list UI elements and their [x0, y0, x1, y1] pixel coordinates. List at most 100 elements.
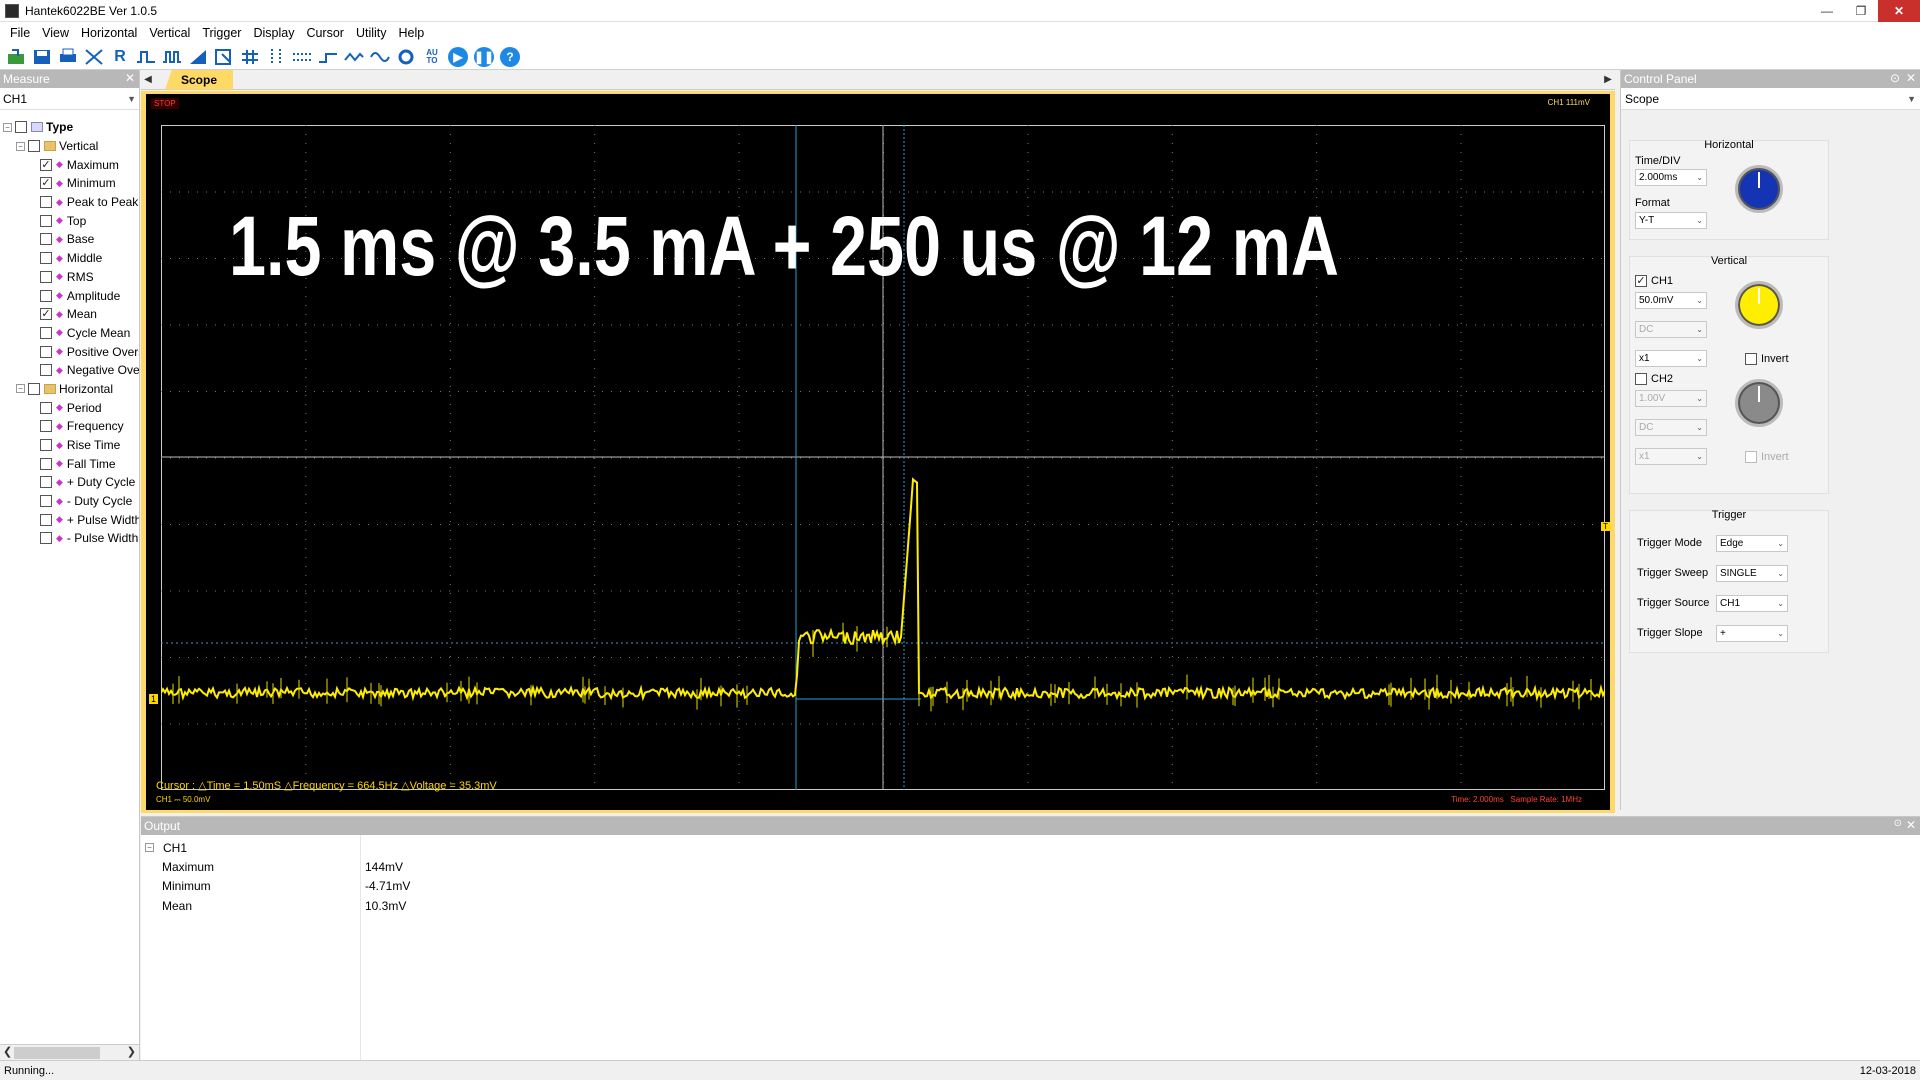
- close-icon[interactable]: ✕: [125, 71, 135, 85]
- zoom-icon[interactable]: [82, 46, 106, 68]
- ch1-enable[interactable]: ✓ CH1: [1635, 275, 1673, 287]
- menu-cursor[interactable]: Cursor: [300, 26, 350, 40]
- checkbox[interactable]: [40, 420, 52, 433]
- menu-help[interactable]: Help: [393, 26, 431, 40]
- trigger-source-select[interactable]: CH1 ⌄: [1716, 595, 1788, 612]
- triangle-wave-icon[interactable]: [342, 46, 366, 68]
- tab-scope[interactable]: Scope: [165, 69, 234, 90]
- ch2-probe-select[interactable]: x1 ⌄: [1635, 448, 1707, 465]
- checkbox[interactable]: [28, 382, 40, 395]
- waveform-screen[interactable]: 1.5 ms @ 3.5 mA + 250 us @ 12 mA: [161, 125, 1605, 790]
- ch1-volts-select[interactable]: 50.0mV ⌄: [1635, 292, 1707, 309]
- measure-item[interactable]: ◆ - Pulse Width: [0, 529, 139, 548]
- measure-item[interactable]: ◆ Peak to Peak: [0, 193, 139, 212]
- refresh-icon[interactable]: [394, 46, 418, 68]
- trigger-sweep-select[interactable]: SINGLE ⌄: [1716, 565, 1788, 582]
- checkbox[interactable]: [40, 345, 52, 358]
- menu-file[interactable]: File: [4, 26, 36, 40]
- checkbox[interactable]: [40, 364, 52, 377]
- ch2-enable[interactable]: CH2: [1635, 373, 1673, 385]
- checkbox[interactable]: ✓: [1635, 275, 1647, 287]
- sine-wave-icon[interactable]: [368, 46, 392, 68]
- measure-item[interactable]: ◆ Amplitude: [0, 286, 139, 305]
- measure-item[interactable]: ◆ Top: [0, 211, 139, 230]
- checkbox[interactable]: [40, 457, 52, 470]
- play-icon[interactable]: ▶: [446, 46, 470, 68]
- tab-right-icon[interactable]: ▶: [1601, 74, 1615, 85]
- checkbox[interactable]: [28, 140, 40, 153]
- ch2-invert[interactable]: Invert: [1745, 451, 1789, 463]
- horizontal-scrollbar[interactable]: ❮ ❯: [0, 1044, 139, 1060]
- pin-icon[interactable]: ⊙: [1894, 818, 1902, 829]
- close-icon[interactable]: ✕: [1906, 71, 1916, 85]
- measure-item[interactable]: ◆ Fall Time: [0, 454, 139, 473]
- scroll-left-icon[interactable]: ❮: [3, 1045, 12, 1058]
- measure-channel-select[interactable]: CH1 ▼: [0, 88, 139, 110]
- pulse-icon[interactable]: [134, 46, 158, 68]
- auto-icon[interactable]: AU TO: [420, 46, 444, 68]
- trigger-slope-select[interactable]: + ⌄: [1716, 625, 1788, 642]
- ref-icon[interactable]: R: [108, 46, 132, 68]
- checkbox[interactable]: [40, 401, 52, 414]
- tree-group-vertical[interactable]: − Vertical: [0, 137, 139, 156]
- ch1-probe-select[interactable]: x1 ⌄: [1635, 350, 1707, 367]
- menu-view[interactable]: View: [36, 26, 75, 40]
- checkbox[interactable]: [1635, 373, 1647, 385]
- checkbox[interactable]: [1745, 451, 1757, 463]
- minimize-button[interactable]: —: [1810, 0, 1844, 22]
- menu-horizontal[interactable]: Horizontal: [75, 26, 143, 40]
- checkbox[interactable]: [40, 439, 52, 452]
- open-icon[interactable]: [4, 46, 28, 68]
- close-icon[interactable]: ✕: [1906, 818, 1916, 832]
- measure-item[interactable]: ◆ RMS: [0, 268, 139, 287]
- checkbox[interactable]: [40, 289, 52, 302]
- measure-item[interactable]: ◆ Cycle Mean: [0, 324, 139, 343]
- grid-icon[interactable]: [238, 46, 262, 68]
- timediv-select[interactable]: 2.000ms ⌄: [1635, 169, 1707, 186]
- tab-left-icon[interactable]: ◀: [141, 74, 155, 85]
- measure-item[interactable]: ◆ Middle: [0, 249, 139, 268]
- trigger-mode-select[interactable]: Edge ⌄: [1716, 535, 1788, 552]
- control-mode-select[interactable]: Scope ▼: [1621, 88, 1920, 110]
- scope-display[interactable]: STOP CH1 111mV 1.5 ms @ 3.5 mA + 250 us …: [146, 94, 1610, 810]
- trigger-marker[interactable]: T: [1601, 522, 1610, 531]
- checkbox[interactable]: [40, 270, 52, 283]
- vcursor-icon[interactable]: [264, 46, 288, 68]
- pause-icon[interactable]: ❚❚: [472, 46, 496, 68]
- cursor-icon[interactable]: [212, 46, 236, 68]
- checkbox[interactable]: [40, 532, 52, 545]
- checkbox[interactable]: [40, 233, 52, 246]
- checkbox[interactable]: [40, 513, 52, 526]
- tree-root[interactable]: − Type: [0, 118, 139, 137]
- checkbox[interactable]: [40, 214, 52, 227]
- collapse-icon[interactable]: −: [3, 122, 12, 132]
- menu-vertical[interactable]: Vertical: [143, 26, 196, 40]
- scrollbar-thumb[interactable]: [14, 1047, 100, 1059]
- ch1-coupling-select[interactable]: DC ⌄: [1635, 321, 1707, 338]
- measure-item[interactable]: ◆ Period: [0, 398, 139, 417]
- menu-trigger[interactable]: Trigger: [196, 26, 247, 40]
- measure-item[interactable]: ◆ Frequency: [0, 417, 139, 436]
- measure-item[interactable]: ✓ ◆ Mean: [0, 305, 139, 324]
- print-icon[interactable]: [56, 46, 80, 68]
- checkbox[interactable]: ✓: [40, 158, 52, 171]
- collapse-icon[interactable]: −: [16, 141, 25, 151]
- timebase-knob[interactable]: [1735, 165, 1783, 213]
- checkbox[interactable]: ✓: [40, 308, 52, 321]
- ch1-volts-knob[interactable]: [1735, 281, 1783, 329]
- tree-group-horizontal[interactable]: − Horizontal: [0, 380, 139, 399]
- measure-item[interactable]: ✓ ◆ Minimum: [0, 174, 139, 193]
- measure-item[interactable]: ◆ Negative Ove: [0, 361, 139, 380]
- measure-item[interactable]: ◆ + Duty Cycle: [0, 473, 139, 492]
- ch1-invert[interactable]: Invert: [1745, 353, 1789, 365]
- collapse-icon[interactable]: −: [16, 384, 25, 394]
- checkbox[interactable]: [40, 196, 52, 209]
- ramp-icon[interactable]: [186, 46, 210, 68]
- measure-item[interactable]: ◆ + Pulse Width: [0, 510, 139, 529]
- ch1-marker[interactable]: 1: [149, 694, 159, 704]
- help-icon[interactable]: ?: [498, 46, 522, 68]
- hcursor-icon[interactable]: [290, 46, 314, 68]
- step-icon[interactable]: [316, 46, 340, 68]
- measure-item[interactable]: ◆ - Duty Cycle: [0, 492, 139, 511]
- save-icon[interactable]: [30, 46, 54, 68]
